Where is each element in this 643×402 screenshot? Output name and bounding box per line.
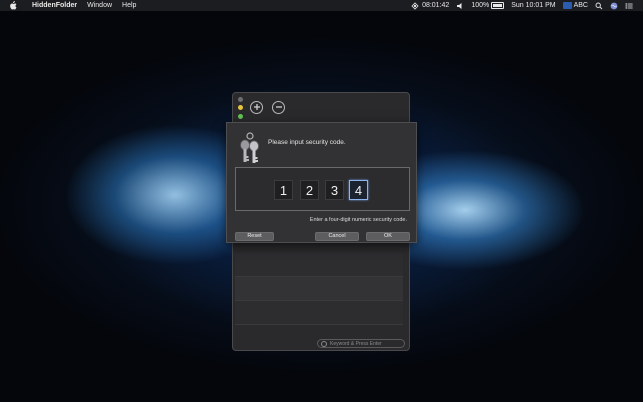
siri-icon[interactable]: [610, 2, 618, 10]
code-digit-3[interactable]: 3: [325, 180, 344, 200]
reset-button[interactable]: Reset: [235, 232, 274, 241]
add-folder-button[interactable]: [250, 101, 263, 114]
code-digit-1[interactable]: 1: [274, 180, 293, 200]
input-source-menu[interactable]: ABC: [562, 0, 588, 11]
volume-icon[interactable]: [456, 2, 464, 10]
apple-icon[interactable]: [9, 1, 18, 10]
cancel-button[interactable]: Cancel: [315, 232, 359, 241]
dialog-prompt: Please input security code.: [268, 139, 346, 146]
dialog-hint: Enter a four-digit numeric security code…: [309, 217, 407, 223]
clock[interactable]: Sun 10:01 PM: [511, 0, 555, 11]
security-code-dialog: Please input security code. 1 2 3 4 Ente…: [226, 122, 417, 243]
code-digit-2[interactable]: 2: [300, 180, 319, 200]
timer-text: 08:01:42: [422, 2, 450, 9]
input-source-label: ABC: [573, 2, 588, 9]
app-menu[interactable]: HiddenFolder: [32, 0, 77, 11]
keychain-icon: [240, 132, 259, 163]
search-field[interactable]: Keyword & Press Enter: [317, 339, 405, 348]
battery-status-item[interactable]: 100%: [471, 0, 505, 11]
minus-icon: [275, 106, 282, 108]
list-item[interactable]: [235, 301, 403, 325]
code-entry-box: 1 2 3 4: [235, 167, 410, 211]
input-source-flag-icon: [562, 2, 572, 9]
zoom-button[interactable]: [238, 114, 243, 119]
menu-bar: HiddenFolder Window Help 08:01:42 100% S…: [0, 0, 643, 11]
timer-status-item[interactable]: 08:01:42: [411, 0, 449, 11]
magnifier-icon: [321, 341, 327, 347]
timer-icon: [411, 1, 419, 10]
battery-icon: [491, 2, 505, 9]
folder-list: [235, 253, 403, 326]
code-digit-4[interactable]: 4: [349, 180, 368, 200]
help-menu[interactable]: Help: [122, 0, 136, 11]
remove-folder-button[interactable]: [272, 101, 285, 114]
window-menu[interactable]: Window: [87, 0, 112, 11]
search-placeholder: Keyword & Press Enter: [330, 341, 382, 347]
ok-button[interactable]: OK: [366, 232, 410, 241]
search-icon[interactable]: [595, 2, 603, 10]
close-button[interactable]: [238, 97, 243, 102]
notification-center-icon[interactable]: [625, 2, 633, 10]
plus-icon: [253, 104, 260, 110]
battery-percent: 100%: [471, 2, 490, 9]
minimize-button[interactable]: [238, 105, 243, 110]
list-item[interactable]: [235, 253, 403, 277]
list-item[interactable]: [235, 277, 403, 301]
